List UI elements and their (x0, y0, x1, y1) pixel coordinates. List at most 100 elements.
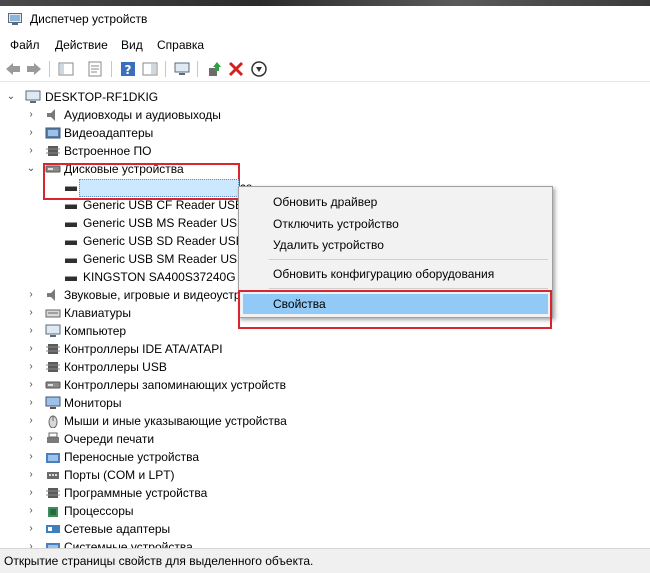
update-driver-icon[interactable] (205, 60, 223, 78)
toolbar-separator (165, 61, 166, 77)
menu-file[interactable]: Файл (10, 38, 40, 52)
category-1-label: Видеоадаптеры (64, 126, 154, 140)
menu-bar: Файл Действие Вид Справка (0, 36, 650, 56)
tree-category[interactable]: › Контроллеры IDE ATA/ATAPI (0, 340, 650, 358)
chip-icon (46, 146, 60, 156)
disk-device-2-label: Generic USB MS Reader USB D (83, 216, 258, 230)
mouse-icon (48, 415, 58, 428)
tree-category[interactable]: › Видеоадаптеры (0, 124, 650, 142)
cpu-icon (48, 507, 58, 517)
flat-icon (65, 276, 77, 281)
more-category-14-label: Системные устройства (64, 540, 193, 548)
audio-icon (47, 109, 55, 121)
more-category-5-label: Контроллеры запоминающих устройств (64, 378, 286, 392)
help-icon[interactable]: ? (119, 60, 137, 78)
audio-icon (47, 289, 55, 301)
more-category-3-label: Контроллеры IDE ATA/ATAPI (64, 342, 223, 356)
monitor-icon (45, 396, 61, 409)
menu-action[interactable]: Действие (55, 38, 108, 52)
tree-expander-icon[interactable]: › (26, 124, 36, 142)
tree-category[interactable]: › Контроллеры USB (0, 358, 650, 376)
tree-expander-icon[interactable]: › (26, 286, 36, 304)
more-category-4-label: Контроллеры USB (64, 360, 167, 374)
tree-category[interactable]: › Сетевые адаптеры (0, 520, 650, 538)
net-icon (46, 525, 60, 533)
tree-expander-icon[interactable]: › (26, 502, 36, 520)
annotation-highlight-properties (238, 290, 552, 329)
folder-icon (46, 453, 60, 463)
status-text: Открытие страницы свойств для выделенног… (4, 554, 314, 568)
tree-expander-icon[interactable]: › (26, 358, 36, 376)
tree-expander-icon[interactable]: › (26, 520, 36, 538)
scan-hardware-icon[interactable] (173, 60, 191, 78)
context-menu-scan-hardware[interactable]: Обновить конфигурацию оборудования (273, 267, 494, 281)
computer-icon (25, 90, 41, 103)
title-bar: Диспетчер устройств (0, 6, 650, 34)
disk-device-5-label: KINGSTON SA400S37240G (83, 270, 236, 284)
tree-expander-icon[interactable]: ⌄ (6, 88, 16, 106)
toolbar-separator (197, 61, 198, 77)
tree-expander-icon[interactable]: › (26, 484, 36, 502)
chip-icon (46, 362, 60, 372)
tree-category[interactable]: › Контроллеры запоминающих устройств (0, 376, 650, 394)
context-menu-separator (269, 259, 548, 260)
disk-device-3-label: Generic USB SD Reader USB D (83, 234, 256, 248)
back-icon[interactable] (4, 60, 22, 78)
tree-category[interactable]: › Аудиовходы и аудиовыходы (0, 106, 650, 124)
tree-category[interactable]: › Процессоры (0, 502, 650, 520)
tree-category[interactable]: › Программные устройства (0, 484, 650, 502)
more-category-2-label: Компьютер (64, 324, 127, 338)
more-category-10-label: Порты (COM и LPT) (64, 468, 175, 482)
tree-category[interactable]: › Системные устройства (0, 538, 650, 548)
flat-icon (65, 240, 77, 245)
kb-icon (45, 309, 61, 318)
action-pane-icon[interactable] (141, 60, 159, 78)
tree-expander-icon[interactable]: › (26, 142, 36, 160)
tree-category[interactable]: › Мыши и иные указывающие устройства (0, 412, 650, 430)
tree-expander-icon[interactable]: › (26, 430, 36, 448)
tree-expander-icon[interactable]: › (26, 304, 36, 322)
tree-root-label: DESKTOP-RF1DKIG (45, 90, 159, 104)
tree-category[interactable]: › Переносные устройства (0, 448, 650, 466)
tree-category[interactable]: › Очереди печати (0, 430, 650, 448)
tree-expander-icon[interactable]: › (26, 340, 36, 358)
flat-icon (65, 204, 77, 209)
show-hide-tree-icon[interactable] (57, 60, 75, 78)
tree-root[interactable]: ⌄ DESKTOP-RF1DKIG (0, 88, 650, 106)
context-menu-disable-device[interactable]: Отключить устройство (273, 217, 399, 231)
toolbar-separator (49, 61, 50, 77)
tree-expander-icon[interactable]: ⌄ (26, 160, 36, 178)
context-menu-update-driver[interactable]: Обновить драйвер (273, 195, 377, 209)
tree-expander-icon[interactable]: › (26, 466, 36, 484)
more-category-9-label: Переносные устройства (64, 450, 200, 464)
tree-category[interactable]: › Порты (COM и LPT) (0, 466, 650, 484)
tree-expander-icon[interactable]: › (26, 376, 36, 394)
video-icon (45, 127, 61, 139)
more-category-11-label: Программные устройства (64, 486, 208, 500)
tree-category[interactable]: › Встроенное ПО (0, 142, 650, 160)
context-menu-uninstall-device[interactable]: Удалить устройство (273, 238, 384, 252)
disk-icon (45, 381, 61, 389)
menu-help[interactable]: Справка (157, 38, 204, 52)
forward-icon[interactable] (25, 60, 43, 78)
uninstall-icon[interactable] (227, 60, 245, 78)
tree-category[interactable]: › Мониторы (0, 394, 650, 412)
window-title: Диспетчер устройств (30, 12, 148, 26)
properties-icon[interactable] (86, 60, 104, 78)
tree-expander-icon[interactable]: › (26, 448, 36, 466)
device-manager-icon (8, 13, 22, 25)
selected-item-highlight (79, 179, 239, 197)
more-category-1-label: Клавиатуры (64, 306, 131, 320)
disable-device-icon[interactable] (250, 60, 268, 78)
disk-device-4-label: Generic USB SM Reader USB D (83, 252, 258, 266)
chip-icon (46, 344, 60, 354)
tree-expander-icon[interactable]: › (26, 412, 36, 430)
tree-expander-icon[interactable]: › (26, 394, 36, 412)
flat-icon (65, 222, 77, 227)
tree-expander-icon[interactable]: › (26, 106, 36, 124)
port-icon (47, 472, 59, 479)
menu-view[interactable]: Вид (121, 38, 143, 52)
tree-expander-icon[interactable]: › (26, 322, 36, 340)
tree-expander-icon[interactable]: › (26, 538, 36, 548)
more-category-8-label: Очереди печати (64, 432, 155, 446)
